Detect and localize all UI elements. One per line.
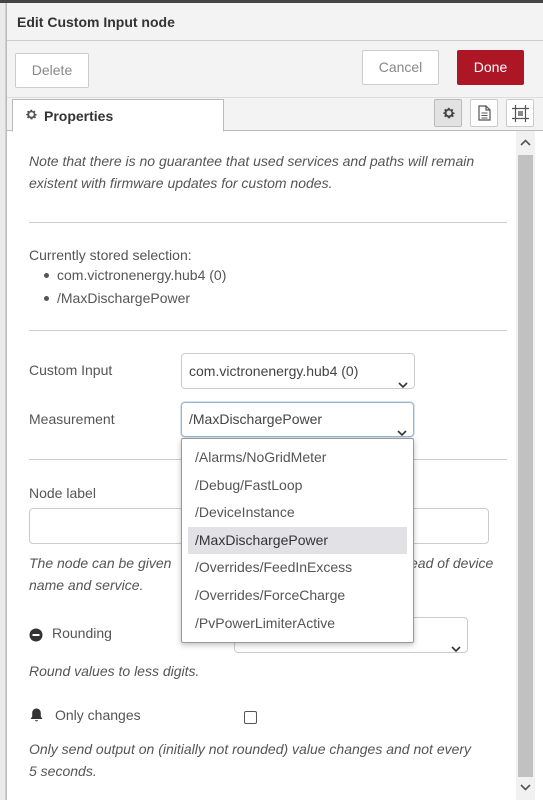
delete-button[interactable]: Delete (15, 53, 89, 88)
chevron-down-icon (398, 367, 408, 401)
rounding-label: Rounding (52, 625, 112, 641)
tray-header: Edit Custom Input node (7, 3, 543, 41)
node-label-help-end: ead of device (410, 555, 494, 571)
properties-panel: Note that there is no guarantee that use… (7, 131, 516, 800)
node-label-help-start: The node can be given (29, 555, 172, 571)
dropdown-option[interactable]: /Alarms/NoGridMeter (188, 444, 407, 472)
dropdown-option[interactable]: /Overrides/ForceCharge (188, 582, 407, 610)
done-button[interactable]: Done (457, 50, 524, 85)
measurement-label: Measurement (29, 411, 115, 427)
custom-input-select[interactable]: com.victronenergy.hub4 (0) (181, 353, 415, 389)
panel-scrollbar[interactable] (516, 131, 535, 800)
divider (29, 330, 507, 331)
dropdown-option[interactable]: /PvPowerLimiterActive (188, 610, 407, 638)
dropdown-option[interactable]: /DeviceInstance (188, 499, 407, 527)
custom-input-label: Custom Input (29, 362, 113, 378)
tab-appearance[interactable] (506, 99, 534, 127)
scroll-down-icon[interactable] (519, 781, 532, 794)
tab-description[interactable] (470, 99, 498, 127)
scrollbar-thumb[interactable] (518, 155, 533, 777)
stored-selection-heading: Currently stored selection: (29, 247, 192, 263)
only-changes-checkbox[interactable] (244, 711, 257, 724)
list-item: com.victronenergy.hub4 (0) (44, 264, 226, 287)
divider (29, 222, 507, 223)
rounding-help: Round values to less digits. (29, 663, 200, 679)
bell-icon (29, 707, 44, 726)
custom-input-value: com.victronenergy.hub4 (0) (189, 363, 359, 379)
tray-toolbar: Delete Cancel Done (7, 41, 543, 98)
stored-selection-list: com.victronenergy.hub4 (0) /MaxDischarge… (44, 264, 226, 310)
list-item: /MaxDischargePower (44, 287, 226, 310)
only-changes-help-line1: Only send output on (initially not round… (29, 741, 472, 757)
measurement-value: /MaxDischargePower (189, 411, 323, 427)
scroll-up-icon[interactable] (519, 136, 532, 149)
only-changes-label: Only changes (55, 707, 141, 723)
only-changes-help-line2: 5 seconds. (29, 763, 97, 779)
measurement-dropdown: /Alarms/NoGridMeter /Debug/FastLoop /Dev… (181, 438, 414, 643)
firmware-note-line1: Note that there is no guarantee that use… (29, 153, 475, 169)
tab-properties[interactable]: Properties (12, 99, 224, 132)
gear-icon (25, 108, 38, 124)
firmware-note: Note that there is no guarantee that use… (29, 150, 474, 194)
frame-icon (512, 105, 529, 125)
document-icon (478, 105, 491, 124)
tray-title: Edit Custom Input node (17, 14, 175, 30)
tab-properties-label: Properties (44, 108, 114, 124)
node-label-label: Node label (29, 485, 96, 501)
edit-tray: Edit Custom Input node Delete Cancel Don… (6, 3, 543, 800)
minus-circle-icon (29, 628, 43, 645)
only-changes-help: Only send output on (initially not round… (29, 738, 471, 782)
tab-settings[interactable] (434, 99, 462, 127)
dropdown-option[interactable]: /Debug/FastLoop (188, 472, 407, 500)
chevron-down-icon (451, 631, 461, 665)
gear-icon (442, 106, 456, 123)
tab-bar: Properties (7, 98, 543, 132)
dropdown-option-selected[interactable]: /MaxDischargePower (188, 526, 407, 555)
measurement-select[interactable]: /MaxDischargePower (181, 402, 414, 437)
cancel-button[interactable]: Cancel (362, 50, 439, 85)
firmware-note-line2: existent with firmware updates for custo… (29, 175, 333, 191)
dropdown-option[interactable]: /Overrides/FeedInExcess (188, 554, 407, 582)
